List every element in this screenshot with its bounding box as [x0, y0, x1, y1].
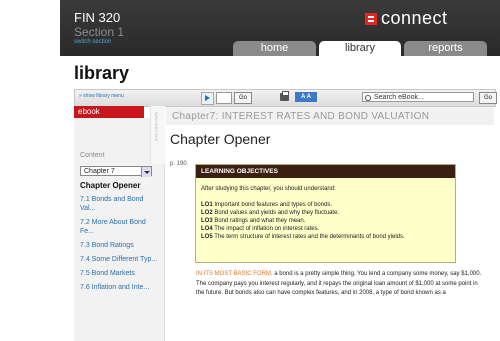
learning-objective: LO4 The impact of inflation on interest …: [201, 226, 320, 232]
learning-objectives-intro: After studying this chapter, you should …: [201, 186, 336, 192]
toc-item-7-5[interactable]: 7.5 Bond Markets: [80, 269, 160, 278]
ebook-tab[interactable]: ebook: [74, 106, 144, 118]
page-title: library: [74, 63, 130, 83]
tab-home[interactable]: home: [233, 41, 316, 56]
toc-item-7-1[interactable]: 7.1 Bonds and Bond Val...: [80, 195, 160, 213]
switch-section-link[interactable]: switch section: [74, 39, 111, 45]
toc-item-7-6[interactable]: 7.6 Inflation and Inte...: [80, 283, 160, 292]
page-number-input[interactable]: [216, 92, 232, 104]
toc-item-7-3[interactable]: 7.3 Bond Ratings: [80, 241, 160, 250]
chapter-select[interactable]: Chapter 7: [80, 166, 152, 177]
header-bar: FIN 320 Section 1 switch section connect…: [60, 0, 500, 56]
search-go-button[interactable]: Go: [479, 92, 498, 104]
chevron-down-icon[interactable]: [141, 167, 151, 177]
learning-objective: LO3 Bond ratings and what they mean.: [201, 218, 306, 224]
connect-logo: connect: [365, 8, 448, 29]
toc-item-7-4[interactable]: 7.4 Some Different Typ...: [80, 255, 160, 264]
chapter-title: Chapter7: INTEREST RATES AND BOND VALUAT…: [172, 111, 430, 122]
toc-item-7-2[interactable]: 7.2 More About Bond Fe...: [80, 218, 160, 236]
learning-objective: LO5 The term structure of interest rates…: [201, 234, 405, 240]
text-size-icon[interactable]: A A: [295, 92, 317, 102]
ebook-toolbar: » show library menu Go A A Search eBook.…: [74, 89, 498, 107]
search-input[interactable]: Search eBook...: [362, 92, 474, 102]
navigation-strip-label: NAVIGATION: [154, 112, 159, 142]
toc-list: Chapter Opener 7.1 Bonds and Bond Val...…: [80, 181, 160, 297]
search-placeholder: Search eBook...: [374, 94, 424, 101]
body-paragraph: IN ITS MOST BASIC FORM, a bond is a pret…: [196, 270, 484, 299]
learning-objective: LO2 Bond values and yields and why they …: [201, 210, 340, 216]
learning-objectives-box: LEARNING OBJECTIVES After studying this …: [195, 164, 456, 263]
toc-item-chapter-opener[interactable]: Chapter Opener: [80, 181, 160, 190]
body-lead: IN ITS MOST BASIC FORM,: [196, 271, 273, 277]
contents-label: Content: [80, 152, 105, 159]
page-go-button[interactable]: Go: [234, 92, 253, 104]
app-frame: FIN 320 Section 1 switch section connect…: [60, 0, 500, 341]
tab-reports[interactable]: reports: [404, 41, 487, 56]
course-section: Section 1: [74, 25, 125, 39]
next-arrow-icon[interactable]: [201, 92, 214, 105]
navigation-strip[interactable]: NAVIGATION: [150, 106, 165, 164]
section-heading: Chapter Opener: [170, 131, 271, 147]
chapter-bar: Chapter7: INTEREST RATES AND BOND VALUAT…: [166, 107, 494, 125]
printer-icon[interactable]: [280, 91, 289, 101]
tab-library[interactable]: library: [319, 41, 401, 56]
chapter-select-value: Chapter 7: [84, 168, 115, 175]
course-title: FIN 320: [74, 10, 121, 25]
page-number: p. 190: [170, 161, 187, 167]
learning-objective: LO1 Important bond features and types of…: [201, 202, 333, 208]
learning-objectives-list: LO1 Important bond features and types of…: [201, 201, 449, 241]
search-icon: [365, 95, 371, 101]
logo-mark-icon: [365, 12, 377, 25]
show-library-menu-link[interactable]: » show library menu: [79, 93, 124, 99]
content-divider: [164, 164, 165, 341]
learning-objectives-title: LEARNING OBJECTIVES: [196, 165, 455, 178]
logo-text: connect: [381, 8, 448, 28]
